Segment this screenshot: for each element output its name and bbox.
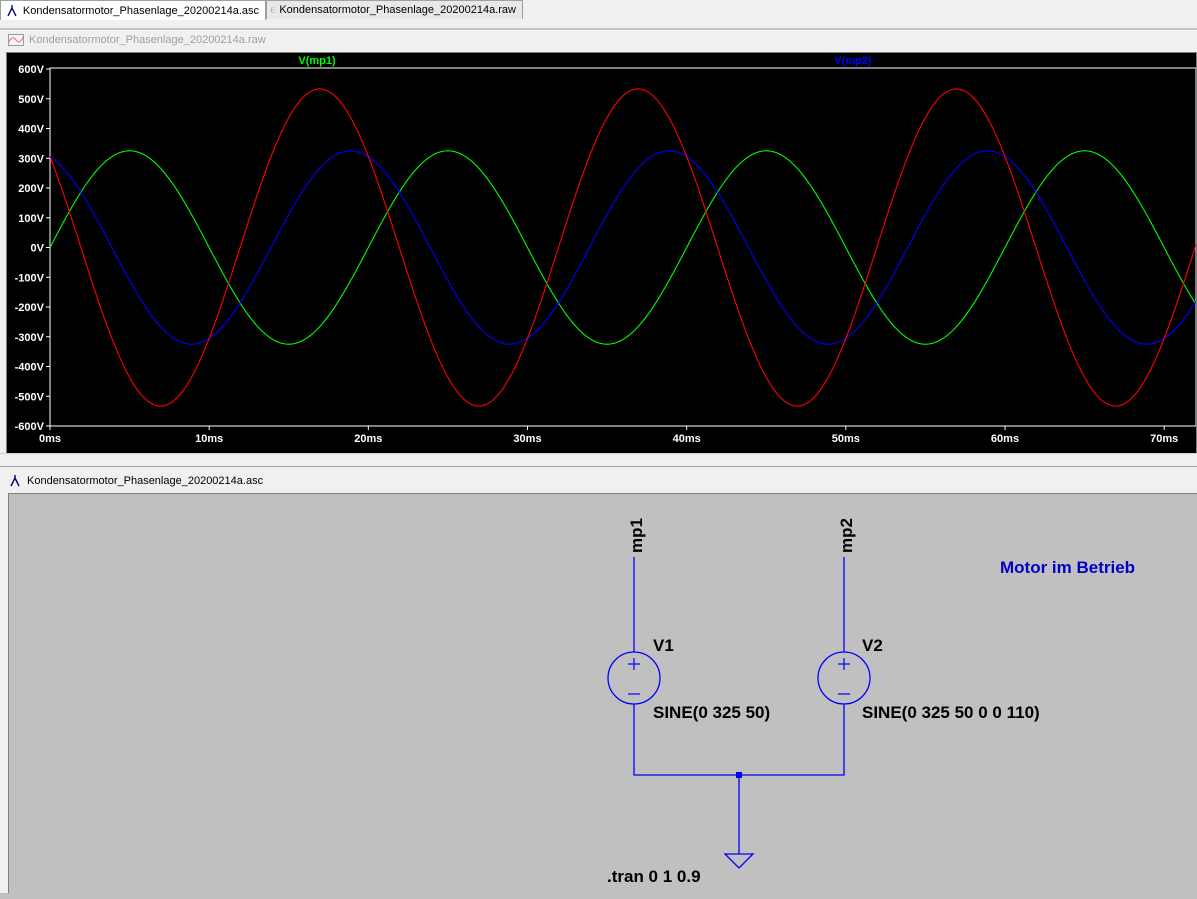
y-tick-label: 400V — [18, 124, 44, 136]
y-tick-label: 0V — [31, 243, 45, 255]
schematic-canvas[interactable]: mp1 mp2 V1 SINE(0 325 50) V2 SINE(0 325 … — [8, 493, 1197, 893]
schematic-window-title: Kondensatormotor_Phasenlage_20200214a.as… — [27, 475, 264, 487]
net-label-mp2[interactable]: mp2 — [837, 518, 856, 553]
y-tick-label: 200V — [18, 183, 44, 195]
schematic-window: Kondensatormotor_Phasenlage_20200214a.as… — [0, 467, 1197, 893]
waveform-icon — [8, 34, 24, 46]
legend-v-mp2: V(mp2) — [834, 55, 872, 67]
schematic-icon — [7, 4, 17, 16]
x-tick-label: 0ms — [39, 433, 61, 445]
x-tick-label: 60ms — [991, 433, 1019, 445]
waveform-plot-pane[interactable]: 600V 500V 400V 300V 200V 100V 0V -100V -200V -300… — [6, 52, 1197, 454]
y-tick-label: -400V — [15, 362, 45, 374]
waveform-icon — [271, 7, 276, 13]
schematic-icon — [10, 475, 20, 487]
x-tick-label: 70ms — [1150, 433, 1178, 445]
schematic-drawing[interactable]: mp1 mp2 V1 SINE(0 325 50) V2 SINE(0 325 … — [9, 494, 1197, 894]
y-tick-label: 500V — [18, 94, 44, 106]
y-tick-label: -100V — [15, 272, 45, 284]
x-tick-label: 10ms — [195, 433, 223, 445]
x-tick-label: 30ms — [513, 433, 541, 445]
tab-schematic-label: Kondensatormotor_Phasenlage_20200214a.as… — [22, 4, 259, 17]
voltage-source-v1[interactable] — [607, 651, 661, 705]
schematic-comment[interactable]: Motor im Betrieb — [1000, 558, 1135, 577]
y-tick-label: -500V — [15, 391, 45, 403]
v2-name[interactable]: V2 — [862, 636, 883, 655]
y-tick-label: -200V — [15, 302, 45, 314]
v1-value[interactable]: SINE(0 325 50) — [653, 703, 770, 722]
x-tick-label: 50ms — [832, 433, 860, 445]
x-tick-label: 20ms — [354, 433, 382, 445]
trace-series-2 — [49, 88, 1197, 407]
schematic-window-titlebar[interactable]: Kondensatormotor_Phasenlage_20200214a.as… — [0, 471, 1197, 491]
trace-v-mp1 — [49, 150, 1197, 345]
voltage-source-v2[interactable] — [817, 651, 871, 705]
document-tab-bar: Kondensatormotor_Phasenlage_20200214a.as… — [0, 0, 1197, 21]
spice-directive[interactable]: .tran 0 1 0.9 — [607, 867, 701, 886]
net-label-mp1[interactable]: mp1 — [627, 518, 646, 553]
y-tick-label: -600V — [15, 421, 45, 433]
waveform-window-title: Kondensatormotor_Phasenlage_20200214a.ra… — [29, 34, 266, 46]
junction-dot — [736, 772, 742, 778]
legend-v-mp1: V(mp1) — [298, 55, 336, 67]
waveform-chart[interactable]: 600V 500V 400V 300V 200V 100V 0V -100V -200V -300… — [7, 53, 1197, 453]
y-tick-label: 100V — [18, 213, 44, 225]
trace-v-mp2 — [49, 150, 1197, 345]
y-tick-label: -300V — [15, 332, 45, 344]
v1-name[interactable]: V1 — [653, 636, 674, 655]
plot-frame — [49, 67, 1197, 427]
v2-value[interactable]: SINE(0 325 50 0 0 110) — [862, 703, 1040, 722]
waveform-window-titlebar[interactable]: Kondensatormotor_Phasenlage_20200214a.ra… — [0, 30, 1197, 50]
pane-divider[interactable] — [0, 453, 1197, 467]
tab-waveform[interactable]: Kondensatormotor_Phasenlage_20200214a.ra… — [266, 0, 523, 19]
y-tick-label: 600V — [18, 64, 44, 76]
tab-schematic[interactable]: Kondensatormotor_Phasenlage_20200214a.as… — [0, 0, 266, 20]
ground-icon[interactable] — [723, 853, 755, 869]
waveform-window: Kondensatormotor_Phasenlage_20200214a.ra… — [0, 29, 1197, 454]
x-tick-label: 40ms — [673, 433, 701, 445]
tab-waveform-label: Kondensatormotor_Phasenlage_20200214a.ra… — [279, 4, 516, 16]
tab-separator — [0, 20, 1197, 28]
y-tick-label: 300V — [18, 153, 44, 165]
